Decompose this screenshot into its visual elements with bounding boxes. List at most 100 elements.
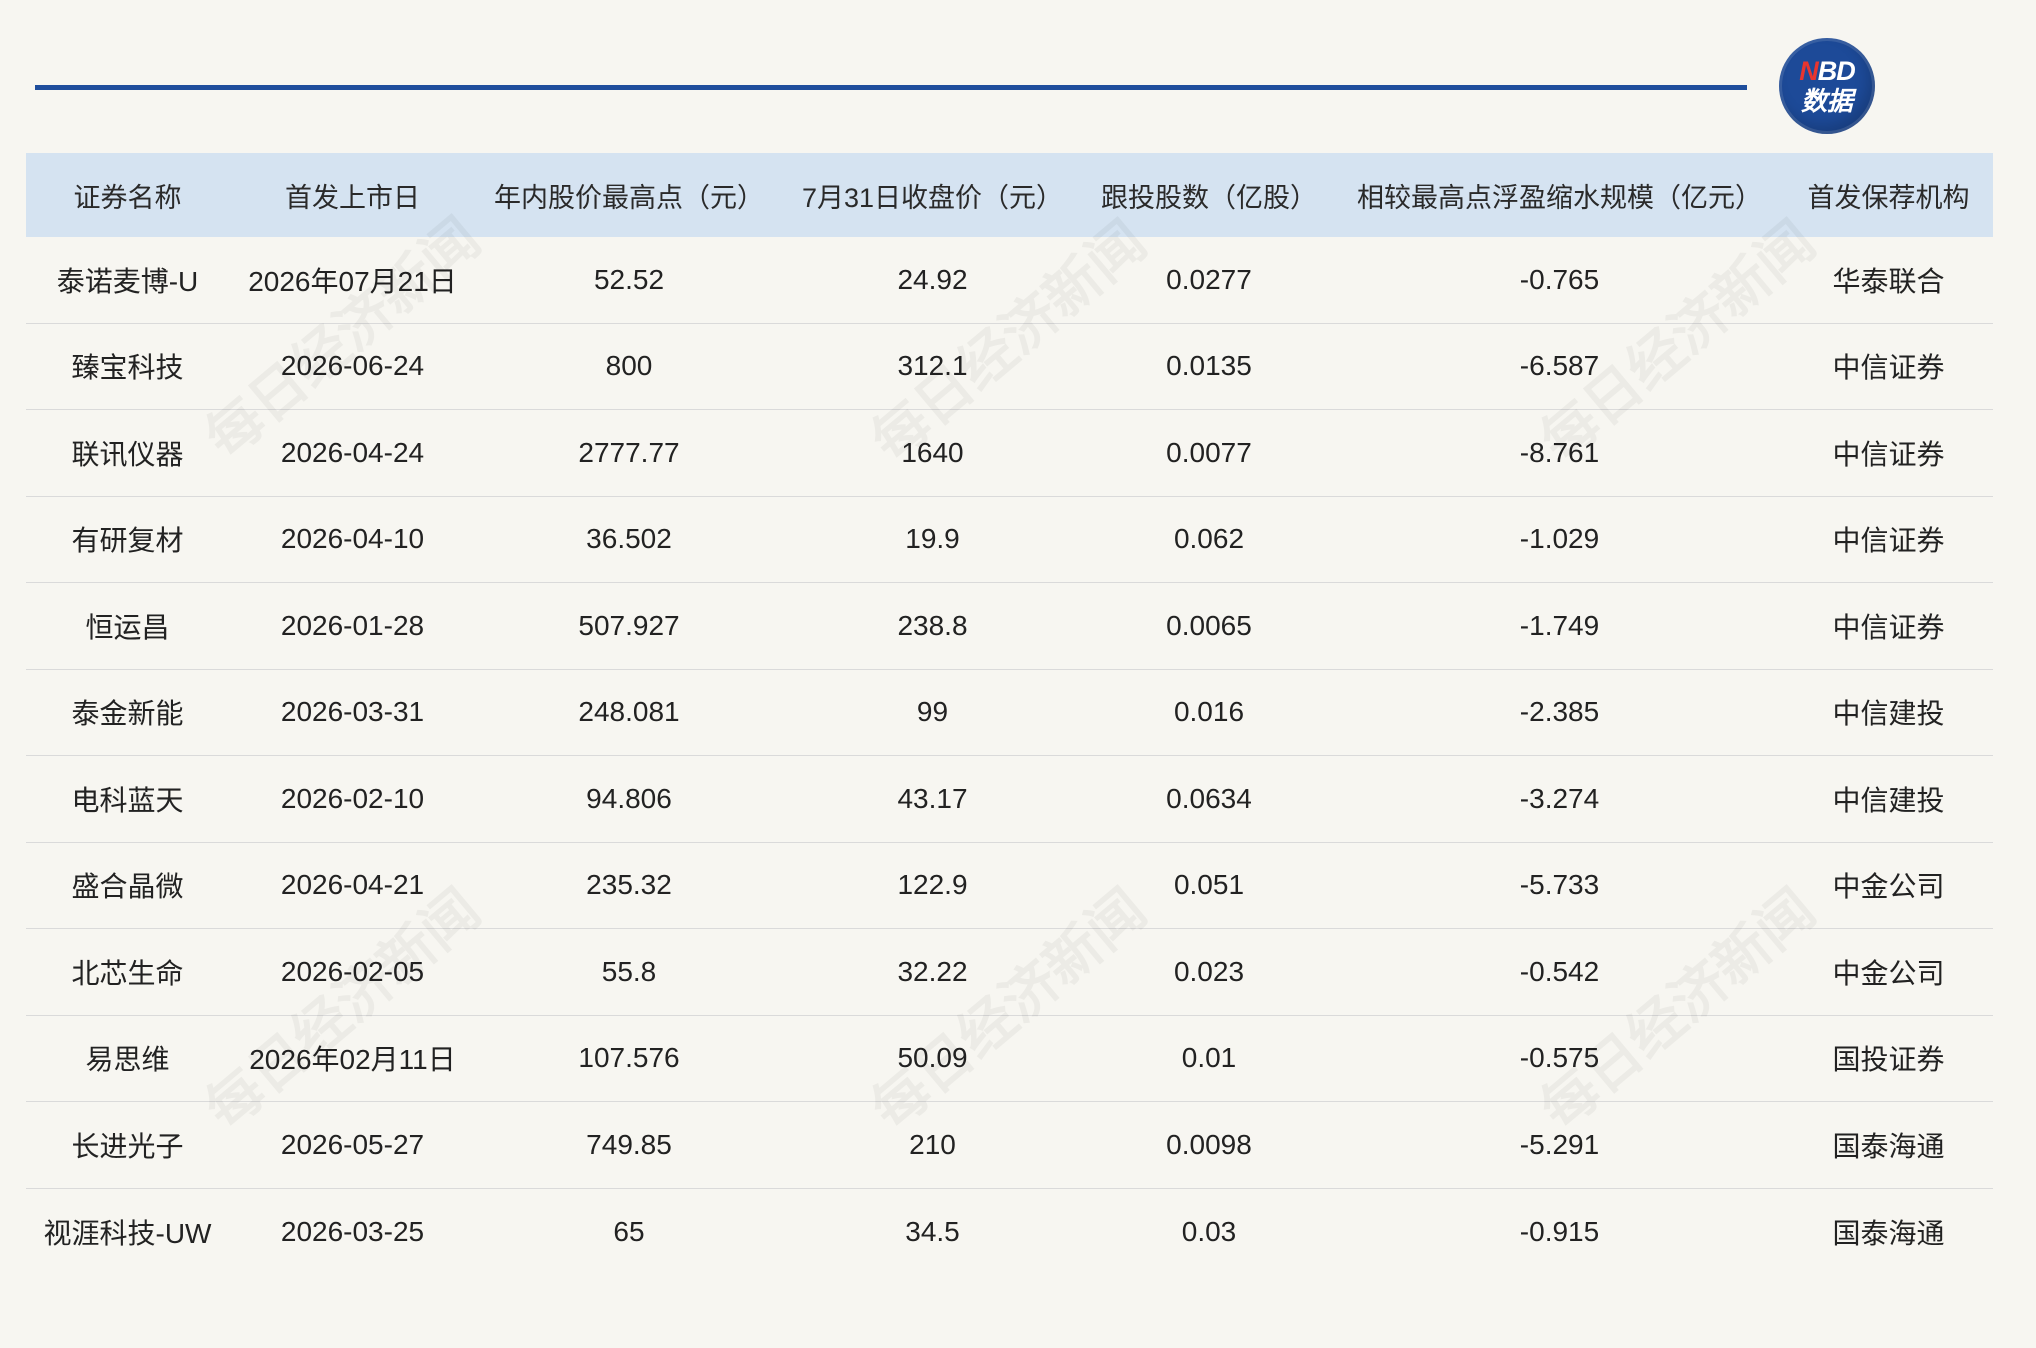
cell-sponsor: 中金公司: [1832, 957, 1945, 989]
cell-close-price: 50.09: [897, 1042, 968, 1074]
cell-shrink-scale: -0.765: [1519, 263, 1600, 295]
cell-sponsor: 中信证券: [1832, 525, 1945, 557]
cell-follow-shares: 0.0065: [1166, 609, 1252, 641]
column-header-security-name: 证券名称: [73, 182, 182, 213]
table-row: 臻宝科技 2026-06-24 800 312.1 0.0135 -6.587 中信证券: [26, 324, 1993, 410]
cell-close-price: 1640: [901, 436, 964, 468]
cell-follow-shares: 0.023: [1173, 955, 1245, 987]
cell-follow-shares: 0.03: [1181, 1215, 1237, 1247]
table-row: 电科蓝天 2026-02-10 94.806 43.17 0.0634 -3.274 中信建…: [26, 756, 1993, 843]
cell-year-high: 749.85: [586, 1128, 672, 1160]
cell-close-price: 19.9: [905, 523, 960, 555]
cell-shrink-scale: -0.575: [1519, 1042, 1600, 1074]
column-header-year-high: 年内股价最高点（元）: [494, 182, 764, 213]
cell-shrink-scale: -0.542: [1519, 955, 1600, 987]
cell-sponsor: 华泰联合: [1832, 265, 1945, 297]
cell-security-name: 泰金新能: [71, 698, 184, 730]
cell-sponsor: 中信证券: [1832, 352, 1945, 384]
cell-listing-date: 2026年02月11日: [249, 1044, 456, 1076]
cell-listing-date: 2026-04-24: [280, 436, 425, 468]
cell-close-price: 122.9: [897, 869, 968, 901]
cell-close-price: 24.92: [897, 263, 968, 295]
cell-year-high: 52.52: [593, 263, 665, 295]
cell-listing-date: 2026-02-05: [280, 955, 425, 987]
cell-follow-shares: 0.0098: [1166, 1128, 1252, 1160]
cell-close-price: 238.8: [897, 609, 968, 641]
table-row: 有研复材 2026-04-10 36.502 19.9 0.062 -1.029 中信证券: [26, 497, 1993, 583]
cell-follow-shares: 0.01: [1181, 1042, 1237, 1074]
cell-security-name: 北芯生命: [71, 957, 184, 989]
table-row: 恒运昌 2026-01-28 507.927 238.8 0.0065 -1.749 中信证…: [26, 583, 1993, 670]
cell-listing-date: 2026-04-21: [280, 869, 425, 901]
cell-sponsor: 中信证券: [1832, 611, 1945, 643]
cell-shrink-scale: -3.274: [1519, 782, 1600, 814]
table-row: 长进光子 2026-05-27 749.85 210 0.0098 -5.291 国泰海通: [26, 1102, 1993, 1189]
cell-follow-shares: 0.0277: [1166, 263, 1252, 295]
cell-shrink-scale: -1.029: [1519, 523, 1600, 555]
cell-follow-shares: 0.0135: [1166, 350, 1252, 382]
cell-close-price: 34.5: [905, 1215, 960, 1247]
cell-shrink-scale: -2.385: [1519, 696, 1600, 728]
cell-close-price: 43.17: [897, 782, 968, 814]
cell-listing-date: 2026-02-10: [280, 782, 425, 814]
top-rule: [35, 85, 1747, 90]
table-row: 盛合晶微 2026-04-21 235.32 122.9 0.051 -5.733 中金公司: [26, 843, 1993, 929]
cell-year-high: 94.806: [586, 782, 672, 814]
cell-shrink-scale: -5.733: [1519, 869, 1600, 901]
column-header-sponsor: 首发保荐机构: [1807, 182, 1970, 213]
cell-security-name: 盛合晶微: [71, 871, 184, 903]
table-row: 北芯生命 2026-02-05 55.8 32.22 0.023 -0.542 中金公司: [26, 929, 1993, 1016]
cell-sponsor: 中信建投: [1832, 698, 1945, 730]
cell-close-price: 99: [916, 696, 949, 728]
table-row: 易思维 2026年02月11日 107.576 50.09 0.01 -0.575 国投证券: [26, 1016, 1993, 1102]
table-row: 视涯科技-UW 2026-03-25 65 34.5 0.03 -0.915 国泰海通: [26, 1189, 1993, 1276]
cell-shrink-scale: -1.749: [1519, 609, 1600, 641]
cell-year-high: 107.576: [578, 1042, 680, 1074]
cell-shrink-scale: -8.761: [1519, 436, 1600, 468]
cell-follow-shares: 0.062: [1173, 523, 1245, 555]
cell-security-name: 臻宝科技: [71, 352, 184, 384]
cell-year-high: 36.502: [586, 523, 672, 555]
column-header-listing-date: 首发上市日: [285, 182, 420, 213]
cell-follow-shares: 0.0077: [1166, 436, 1252, 468]
cell-sponsor: 中金公司: [1832, 871, 1945, 903]
cell-security-name: 长进光子: [71, 1130, 184, 1162]
cell-security-name: 有研复材: [71, 525, 184, 557]
table-row: 泰金新能 2026-03-31 248.081 99 0.016 -2.385 中信建投: [26, 670, 1993, 756]
cell-year-high: 507.927: [578, 609, 680, 641]
cell-listing-date: 2026-04-10: [280, 523, 425, 555]
cell-year-high: 55.8: [601, 955, 657, 987]
column-header-close-price: 7月31日收盘价（元）: [801, 182, 1064, 213]
cell-security-name: 联讯仪器: [71, 438, 184, 470]
column-header-follow-shares: 跟投股数（亿股）: [1101, 182, 1317, 213]
logo-mark: NBD: [1799, 56, 1856, 86]
table-body: 泰诺麦博-U 2026年07月21日 52.52 24.92 0.0277 -0.765 华…: [26, 237, 1993, 1275]
cell-close-price: 210: [909, 1128, 956, 1160]
cell-listing-date: 2026-03-31: [280, 696, 425, 728]
cell-listing-date: 2026-03-25: [280, 1215, 425, 1247]
nbd-data-logo: NBD 数据: [1779, 38, 1875, 134]
cell-sponsor: 中信建投: [1832, 784, 1945, 816]
logo-letters-bd: BD: [1817, 56, 1856, 86]
cell-security-name: 恒运昌: [85, 611, 170, 643]
cell-year-high: 248.081: [578, 696, 680, 728]
data-table: 证券名称 首发上市日 年内股价最高点（元） 7月31日收盘价（元） 跟投股数（亿股） 相较…: [26, 153, 1993, 1275]
cell-sponsor: 国泰海通: [1832, 1217, 1945, 1249]
cell-security-name: 易思维: [85, 1044, 170, 1076]
cell-security-name: 泰诺麦博-U: [56, 265, 199, 297]
cell-year-high: 235.32: [586, 869, 672, 901]
cell-security-name: 视涯科技-UW: [43, 1217, 212, 1249]
cell-close-price: 32.22: [897, 955, 968, 987]
cell-year-high: 65: [613, 1215, 645, 1247]
cell-sponsor: 国泰海通: [1832, 1130, 1945, 1162]
cell-shrink-scale: -5.291: [1519, 1128, 1600, 1160]
cell-follow-shares: 0.016: [1173, 696, 1245, 728]
cell-security-name: 电科蓝天: [71, 784, 184, 816]
cell-year-high: 800: [605, 350, 653, 382]
table-header-row: 证券名称 首发上市日 年内股价最高点（元） 7月31日收盘价（元） 跟投股数（亿股） 相较…: [26, 153, 1993, 237]
table-row: 泰诺麦博-U 2026年07月21日 52.52 24.92 0.0277 -0.765 华…: [26, 237, 1993, 324]
cell-follow-shares: 0.051: [1173, 869, 1245, 901]
cell-shrink-scale: -0.915: [1519, 1215, 1600, 1247]
cell-close-price: 312.1: [897, 350, 968, 382]
logo-label: 数据: [1800, 86, 1853, 116]
